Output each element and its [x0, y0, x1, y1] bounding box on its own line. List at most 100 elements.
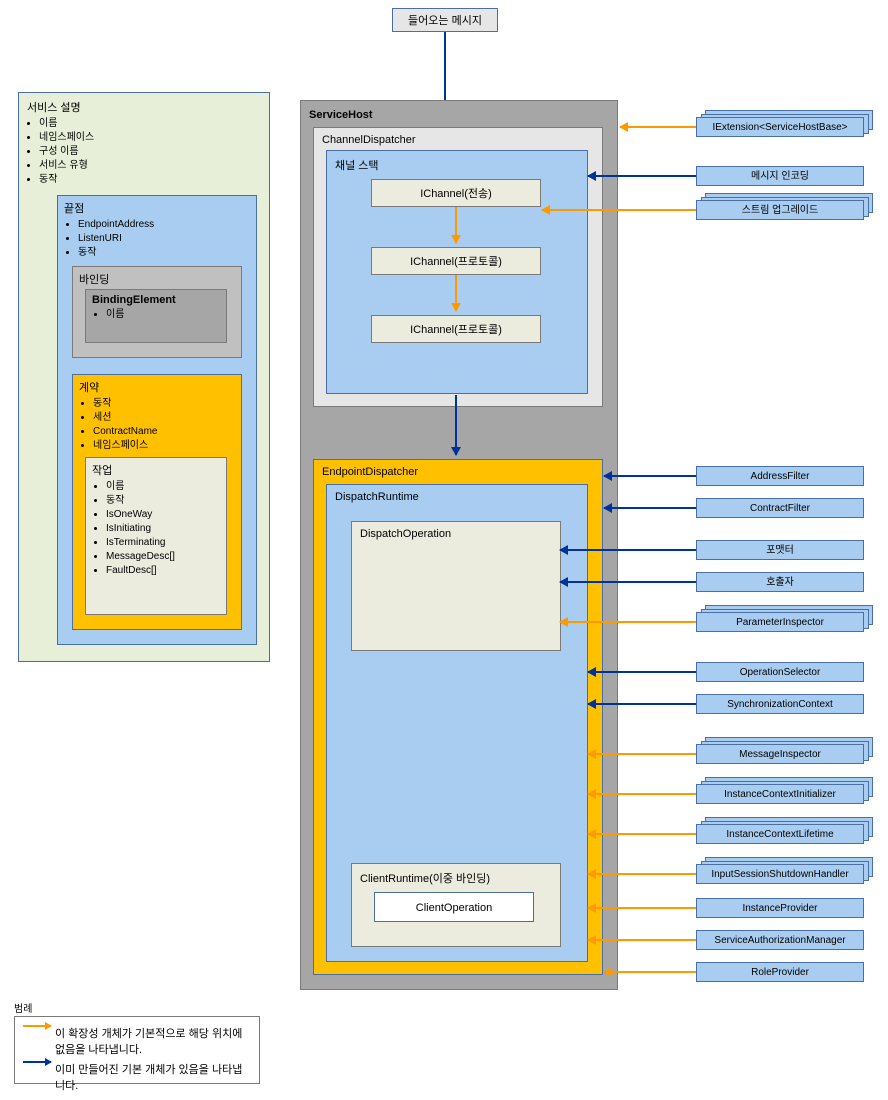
- ext-svc-authz-label: ServiceAuthorizationManager: [714, 935, 845, 946]
- op-item: MessageDesc[]: [106, 550, 220, 564]
- ext-invoker: 호출자: [696, 572, 864, 592]
- ext-param-inspector: ParameterInspector: [696, 612, 864, 632]
- servicehost-title: ServiceHost: [309, 109, 609, 121]
- incoming-message-box: 들어오는 메시지: [392, 8, 498, 32]
- ichannel-protocol-1: IChannel(프로토콜): [371, 247, 541, 275]
- sd-item: 이름: [39, 117, 263, 131]
- ext-op-selector: OperationSelector: [696, 662, 864, 682]
- binding-box: 바인딩 BindingElement 이름: [72, 266, 242, 358]
- contract-list: 동작 세션 ContractName 네임스페이스: [93, 397, 235, 453]
- ext-stream-upgrade-label: 스트림 업그레이드: [742, 205, 818, 216]
- endpoint-item: EndpointAddress: [78, 218, 250, 232]
- service-description-list: 이름 네임스페이스 구성 이름 서비스 유형 동작: [39, 117, 263, 187]
- endpoint-box: 끝점 EndpointAddress ListenURI 동작 바인딩 Bind…: [57, 195, 257, 645]
- ext-ictx-initializer-label: InstanceContextInitializer: [724, 789, 836, 800]
- op-item: IsInitiating: [106, 522, 220, 536]
- arrow-contract-filter: [604, 507, 696, 509]
- ext-msg-inspector: MessageInspector: [696, 744, 864, 764]
- arrow-svc-authz: [588, 939, 696, 941]
- dispatch-operation-box: DispatchOperation: [351, 521, 561, 651]
- ext-iextension: IExtension<ServiceHostBase>: [696, 117, 864, 137]
- channel-stack-box: 채널 스택 IChannel(전송) IChannel(프로토콜) IChann…: [326, 150, 588, 394]
- op-item: FaultDesc[]: [106, 564, 220, 578]
- operation-box: 작업 이름 동작 IsOneWay IsInitiating IsTermina…: [85, 457, 227, 615]
- ext-op-selector-label: OperationSelector: [740, 667, 821, 678]
- endpoint-title: 끝점: [64, 200, 250, 216]
- ichannel-protocol-2: IChannel(프로토콜): [371, 315, 541, 343]
- arrow-orange-icon: [23, 1025, 51, 1027]
- sd-item: 구성 이름: [39, 145, 263, 159]
- contract-item: 네임스페이스: [93, 439, 235, 453]
- contract-box: 계약 동작 세션 ContractName 네임스페이스 작업 이름 동작 Is…: [72, 374, 242, 630]
- arrow-cs-2: [455, 275, 457, 311]
- ext-role-provider: RoleProvider: [696, 962, 864, 982]
- op-item: 이름: [106, 480, 220, 494]
- binding-element-list: 이름: [106, 308, 220, 322]
- arrow-ictx-initializer: [588, 793, 696, 795]
- ext-instance-provider: InstanceProvider: [696, 898, 864, 918]
- arrow-msg-encoding: [588, 175, 696, 177]
- op-item: IsTerminating: [106, 536, 220, 550]
- ichannel-protocol-2-label: IChannel(프로토콜): [410, 324, 502, 336]
- binding-element-item: 이름: [106, 308, 220, 322]
- client-operation-box: ClientOperation: [374, 892, 534, 922]
- legend-row-blue: 이미 만들어진 기본 개체가 있음을 나타냅니다.: [23, 1061, 251, 1093]
- ext-invoker-label: 호출자: [766, 577, 794, 588]
- ext-input-shutdown: InputSessionShutdownHandler: [696, 864, 864, 884]
- ext-ictx-lifetime: InstanceContextLifetime: [696, 824, 864, 844]
- ext-msg-inspector-label: MessageInspector: [739, 749, 821, 760]
- sd-item: 동작: [39, 173, 263, 187]
- arrow-ictx-lifetime: [588, 833, 696, 835]
- ext-address-filter-label: AddressFilter: [751, 471, 810, 482]
- binding-title: 바인딩: [79, 271, 235, 287]
- arrow-instance-provider: [588, 907, 696, 909]
- legend-blue-text: 이미 만들어진 기본 개체가 있음을 나타냅니다.: [55, 1061, 251, 1093]
- ext-ictx-lifetime-label: InstanceContextLifetime: [726, 829, 833, 840]
- ext-role-provider-label: RoleProvider: [751, 967, 809, 978]
- sd-item: 서비스 유형: [39, 159, 263, 173]
- endpoint-dispatcher-box: EndpointDispatcher DispatchRuntime Dispa…: [313, 459, 603, 975]
- ext-instance-provider-label: InstanceProvider: [742, 903, 817, 914]
- ext-sync-context-label: SynchronizationContext: [727, 699, 833, 710]
- arrow-formatter: [560, 549, 696, 551]
- legend-box: 이 확장성 개체가 기본적으로 해당 위치에 없음을 나타냅니다. 이미 만들어…: [14, 1016, 260, 1084]
- op-item: 동작: [106, 494, 220, 508]
- arrow-role-provider: [604, 971, 696, 973]
- dispatch-runtime-box: DispatchRuntime DispatchOperation Client…: [326, 484, 588, 962]
- incoming-message-label: 들어오는 메시지: [408, 15, 482, 27]
- contract-title: 계약: [79, 379, 235, 395]
- legend-title: 범례: [14, 1000, 32, 1015]
- ichannel-protocol-1-label: IChannel(프로토콜): [410, 256, 502, 268]
- channel-dispatcher-box: ChannelDispatcher 채널 스택 IChannel(전송) ICh…: [313, 127, 603, 407]
- operation-list: 이름 동작 IsOneWay IsInitiating IsTerminatin…: [106, 480, 220, 578]
- contract-item: 세션: [93, 411, 235, 425]
- arrow-op-selector: [588, 671, 696, 673]
- binding-element-title: BindingElement: [92, 294, 220, 306]
- op-item: IsOneWay: [106, 508, 220, 522]
- arrow-blue-icon: [23, 1061, 51, 1063]
- dispatch-runtime-title: DispatchRuntime: [335, 491, 579, 503]
- arrow-to-endpointdispatcher: [455, 395, 457, 455]
- arrow-cs-1: [455, 207, 457, 243]
- service-description-title: 서비스 설명: [27, 99, 263, 115]
- operation-title: 작업: [92, 462, 220, 478]
- contract-item: ContractName: [93, 425, 235, 439]
- ext-sync-context: SynchronizationContext: [696, 694, 864, 714]
- ext-svc-authz: ServiceAuthorizationManager: [696, 930, 864, 950]
- servicehost-box: ServiceHost ChannelDispatcher 채널 스택 ICha…: [300, 100, 618, 990]
- endpoint-dispatcher-title: EndpointDispatcher: [322, 466, 594, 478]
- client-runtime-box: ClientRuntime(이중 바인딩) ClientOperation: [351, 863, 561, 947]
- ext-input-shutdown-label: InputSessionShutdownHandler: [711, 869, 848, 880]
- ext-msg-encoding: 메시지 인코딩: [696, 166, 864, 186]
- binding-element-box: BindingElement 이름: [85, 289, 227, 343]
- arrow-stream-upgrade: [542, 209, 696, 211]
- client-operation-label: ClientOperation: [416, 902, 492, 914]
- ext-iextension-label: IExtension<ServiceHostBase>: [712, 122, 847, 133]
- ext-ictx-initializer: InstanceContextInitializer: [696, 784, 864, 804]
- ext-address-filter: AddressFilter: [696, 466, 864, 486]
- sd-item: 네임스페이스: [39, 131, 263, 145]
- arrow-param-inspector: [560, 621, 696, 623]
- channel-stack-title: 채널 스택: [335, 157, 579, 173]
- ext-contract-filter-label: ContractFilter: [750, 503, 810, 514]
- dispatch-operation-title: DispatchOperation: [360, 528, 552, 540]
